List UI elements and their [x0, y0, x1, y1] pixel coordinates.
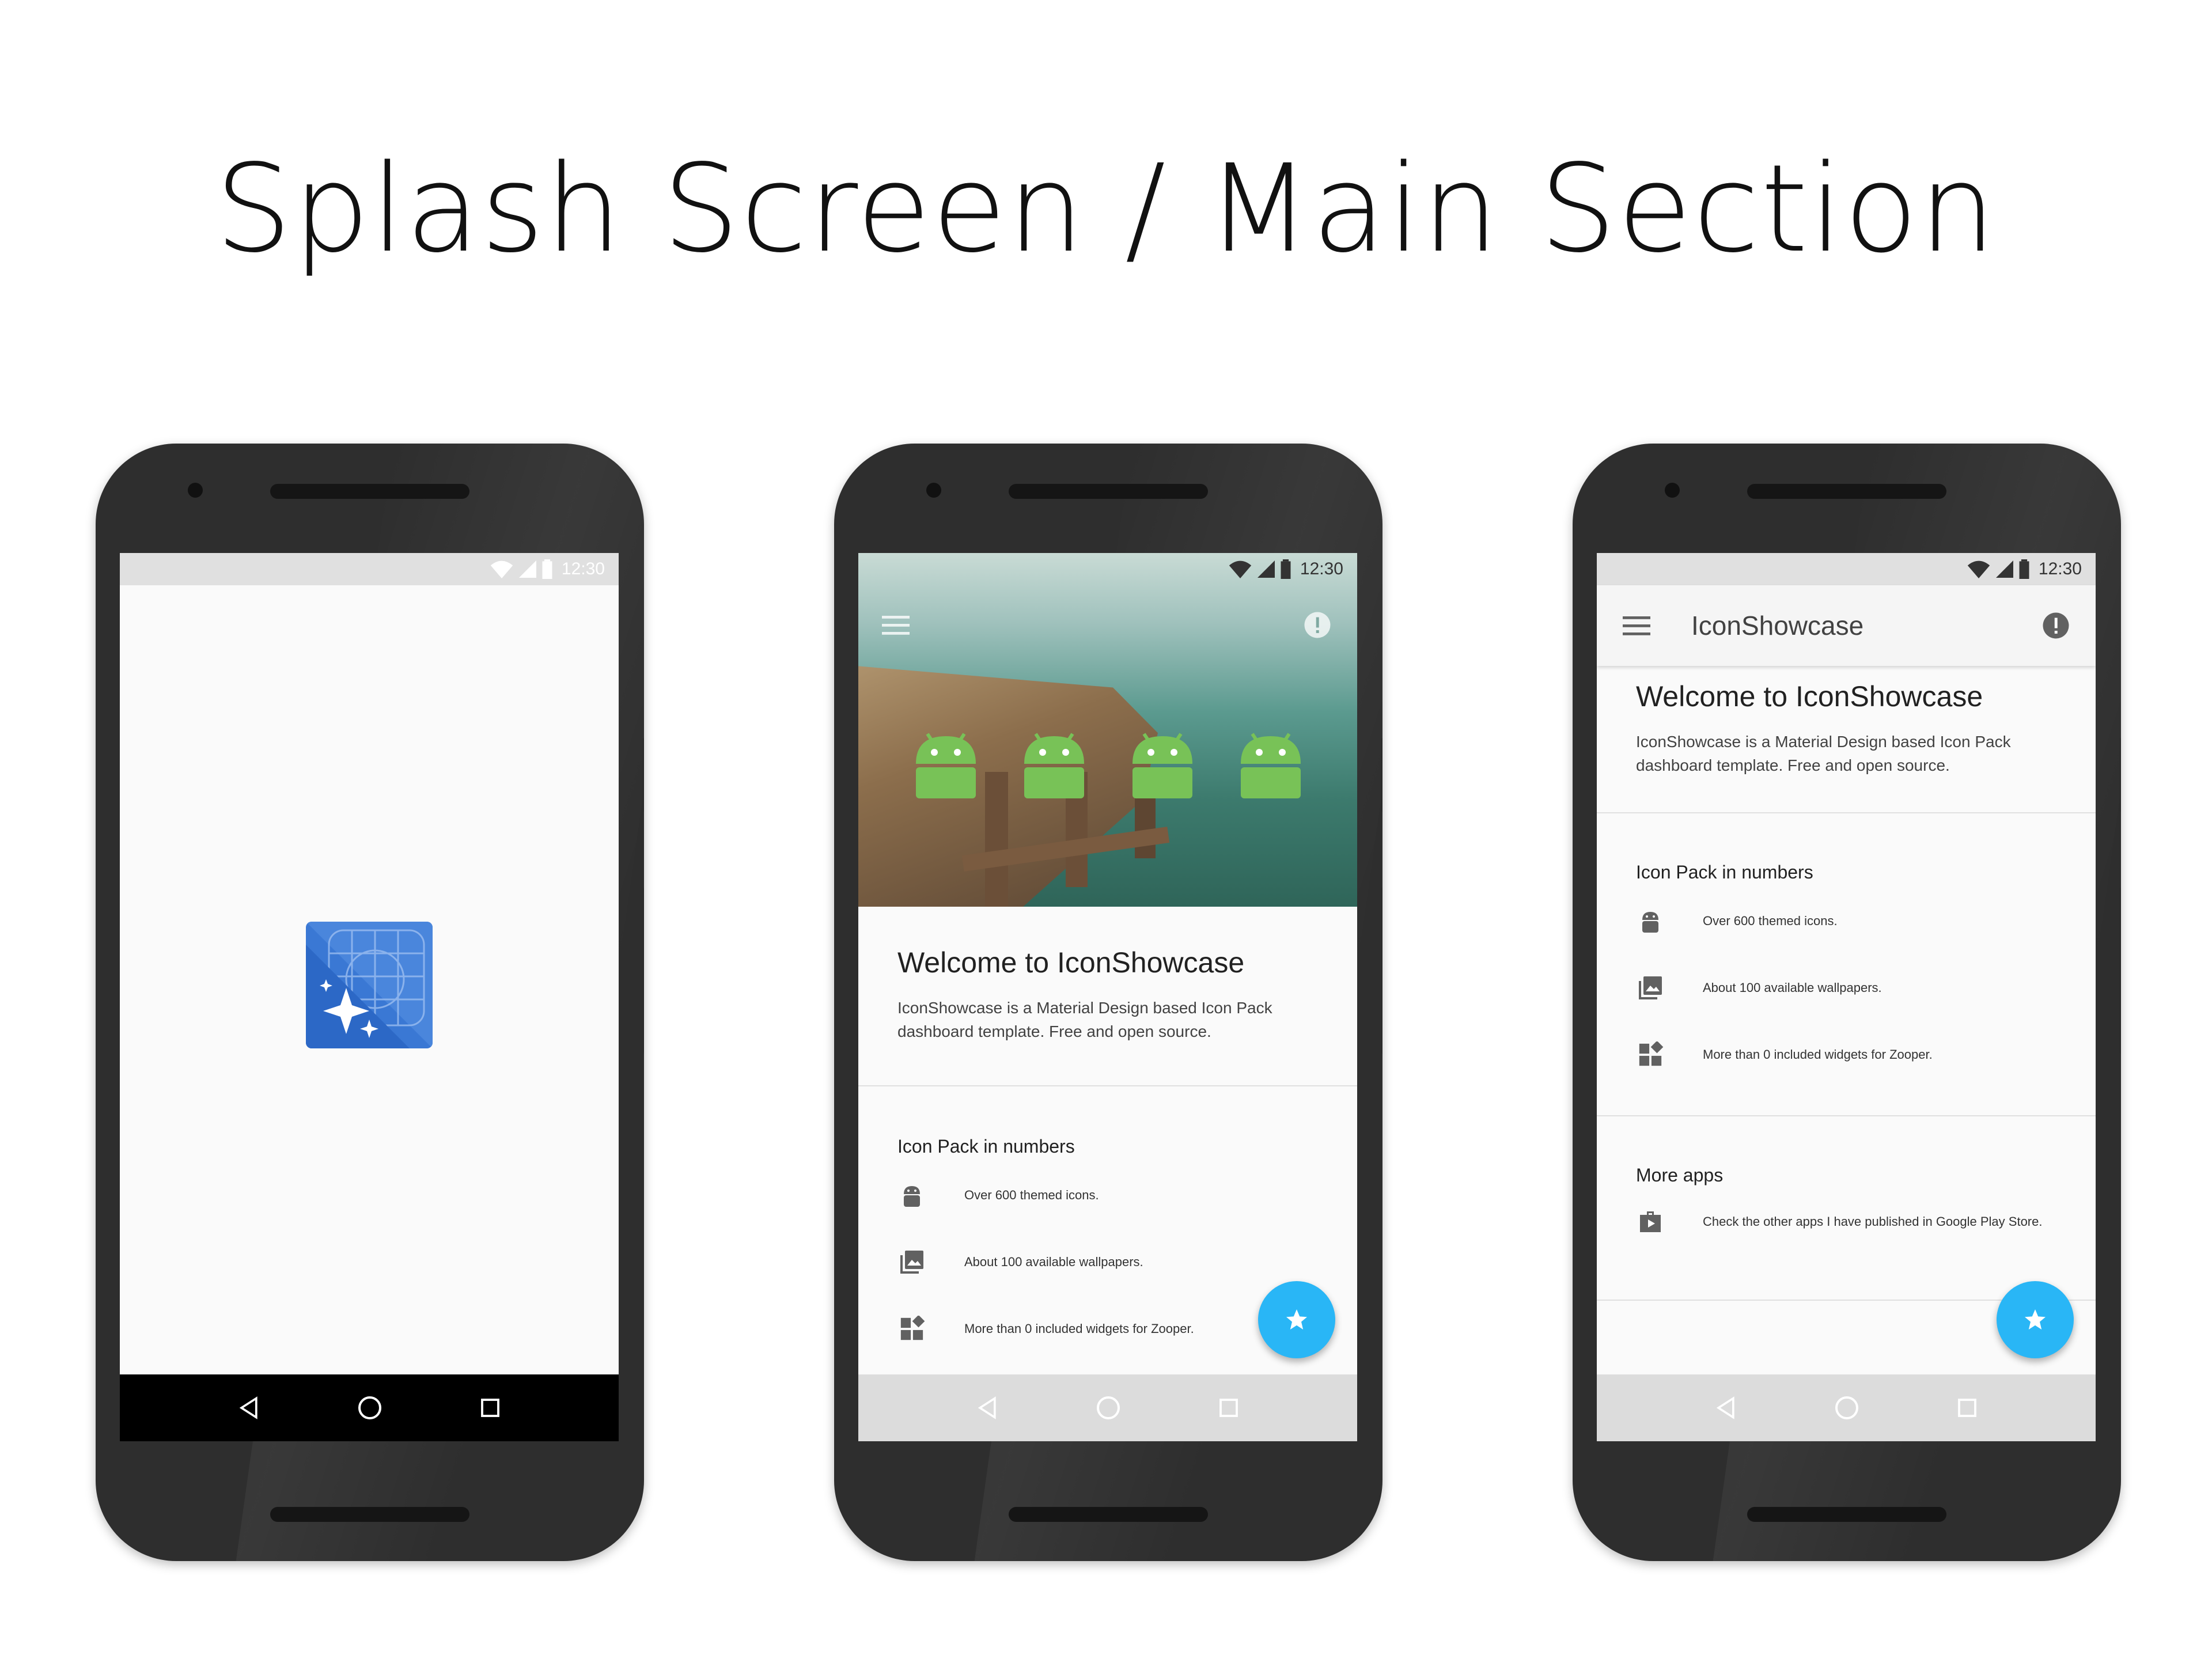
signal-icon	[1995, 560, 2013, 578]
status-time: 12:30	[1300, 559, 1343, 578]
back-icon[interactable]	[1713, 1395, 1738, 1421]
front-camera	[188, 483, 203, 498]
battery-icon	[1281, 559, 1291, 579]
bottom-speaker	[1747, 1507, 1946, 1522]
bottom-speaker	[1009, 1507, 1208, 1522]
home-icon[interactable]	[1833, 1394, 1861, 1422]
recents-icon[interactable]	[1955, 1396, 1979, 1420]
list-item: About 100 available wallpapers.	[897, 1248, 1143, 1277]
bottom-speaker	[270, 1507, 469, 1522]
main-screen-toolbar: 12:30 IconShowcase Welcome to IconShowca…	[1597, 553, 2096, 1441]
front-camera	[926, 483, 941, 498]
android-icon	[1642, 912, 1658, 933]
power-button	[2120, 737, 2121, 812]
star-icon	[2025, 1309, 2046, 1330]
earpiece-speaker	[1009, 484, 1208, 499]
navigation-bar	[1597, 1374, 2096, 1441]
front-camera	[1665, 483, 1680, 498]
wifi-icon	[1967, 560, 1990, 578]
recents-icon[interactable]	[478, 1396, 502, 1420]
pier-legs	[962, 772, 1170, 907]
main-screen-hero: 12:30 Welcome to IconShowcase IconShowca…	[858, 553, 1357, 1441]
list-item[interactable]: Check the other apps I have published in…	[1636, 1207, 2048, 1236]
stat-text: About 100 available wallpapers.	[964, 1255, 1143, 1269]
app-toolbar: IconShowcase	[1597, 585, 2096, 666]
back-icon[interactable]	[236, 1395, 262, 1421]
status-time: 12:30	[2038, 559, 2082, 578]
page-title: Splash Screen / Main Section	[215, 138, 1997, 279]
battery-icon	[542, 559, 552, 579]
stat-text: Over 600 themed icons.	[964, 1188, 1099, 1202]
list-item: About 100 available wallpapers.	[1636, 974, 1882, 1002]
rate-fab-button[interactable]	[1997, 1281, 2074, 1358]
home-icon[interactable]	[356, 1394, 384, 1422]
changelog-icon[interactable]	[2040, 610, 2071, 641]
power-button	[1381, 737, 1382, 812]
header-image	[858, 553, 1357, 907]
volume-button	[643, 887, 644, 1054]
play-store-icon	[1640, 1211, 1661, 1232]
wallpapers-icon	[1639, 976, 1662, 999]
star-icon	[1286, 1309, 1307, 1330]
numbers-title: Icon Pack in numbers	[1636, 862, 1813, 882]
earpiece-speaker	[1747, 484, 1946, 499]
recents-icon[interactable]	[1217, 1396, 1241, 1420]
phone-splash: 12:30	[96, 444, 644, 1561]
android-icon	[1132, 733, 1192, 798]
app-launcher-icon	[306, 922, 433, 1048]
wallpapers-icon	[900, 1251, 923, 1274]
widgets-icon	[1639, 1041, 1664, 1066]
back-icon[interactable]	[975, 1395, 1000, 1421]
list-item: More than 0 included widgets for Zooper.	[897, 1315, 1194, 1343]
toolbar-title: IconShowcase	[1691, 611, 1864, 641]
numbers-title: Icon Pack in numbers	[897, 1136, 1075, 1157]
stat-text: More than 0 included widgets for Zooper.	[964, 1321, 1194, 1336]
menu-icon[interactable]	[881, 613, 910, 637]
status-time: 12:30	[561, 559, 605, 578]
divider	[1597, 812, 2096, 813]
more-apps-text: Check the other apps I have published in…	[1703, 1214, 2043, 1229]
list-item: Over 600 themed icons.	[897, 1181, 1099, 1210]
divider	[1597, 1115, 2096, 1116]
phone-main-toolbar: 12:30 IconShowcase Welcome to IconShowca…	[1573, 444, 2121, 1561]
welcome-title: Welcome to IconShowcase	[897, 946, 1245, 979]
rate-fab-button[interactable]	[1258, 1281, 1335, 1358]
more-apps-title: More apps	[1636, 1165, 1724, 1185]
menu-icon[interactable]	[1622, 614, 1651, 637]
phone-main-hero: 12:30 Welcome to IconShowcase IconShowca…	[834, 444, 1382, 1561]
android-icon	[916, 733, 976, 798]
widgets-icon	[900, 1316, 925, 1340]
android-icon	[1024, 733, 1084, 798]
signal-icon	[1257, 560, 1275, 578]
wifi-icon	[490, 560, 513, 578]
list-item: More than 0 included widgets for Zooper.	[1636, 1040, 1933, 1069]
wifi-icon	[1229, 560, 1252, 578]
welcome-body: IconShowcase is a Material Design based …	[897, 999, 1272, 1040]
stat-text: Over 600 themed icons.	[1703, 914, 1838, 928]
welcome-body: IconShowcase is a Material Design based …	[1636, 733, 2011, 774]
signal-icon	[518, 560, 536, 578]
stat-text: About 100 available wallpapers.	[1703, 980, 1882, 995]
status-bar: 12:30	[858, 553, 1357, 585]
welcome-title: Welcome to IconShowcase	[1636, 680, 1983, 713]
volume-button	[2120, 887, 2121, 1054]
divider	[858, 1085, 1357, 1086]
list-item: Over 600 themed icons.	[1636, 907, 1838, 935]
splash-screen: 12:30	[120, 553, 619, 1441]
navigation-bar	[120, 1374, 619, 1441]
stat-text: More than 0 included widgets for Zooper.	[1703, 1047, 1933, 1062]
navigation-bar	[858, 1374, 1357, 1441]
power-button	[643, 737, 644, 812]
android-icon	[1241, 733, 1301, 798]
welcome-card: Welcome to IconShowcase IconShowcase is …	[858, 907, 1357, 1085]
home-icon[interactable]	[1094, 1394, 1122, 1422]
battery-icon	[2019, 559, 2029, 579]
earpiece-speaker	[270, 484, 469, 499]
status-bar: 12:30	[1597, 553, 2096, 585]
status-bar: 12:30	[120, 553, 619, 585]
changelog-icon[interactable]	[1302, 609, 1333, 641]
volume-button	[1381, 887, 1382, 1054]
android-icon	[904, 1186, 920, 1207]
